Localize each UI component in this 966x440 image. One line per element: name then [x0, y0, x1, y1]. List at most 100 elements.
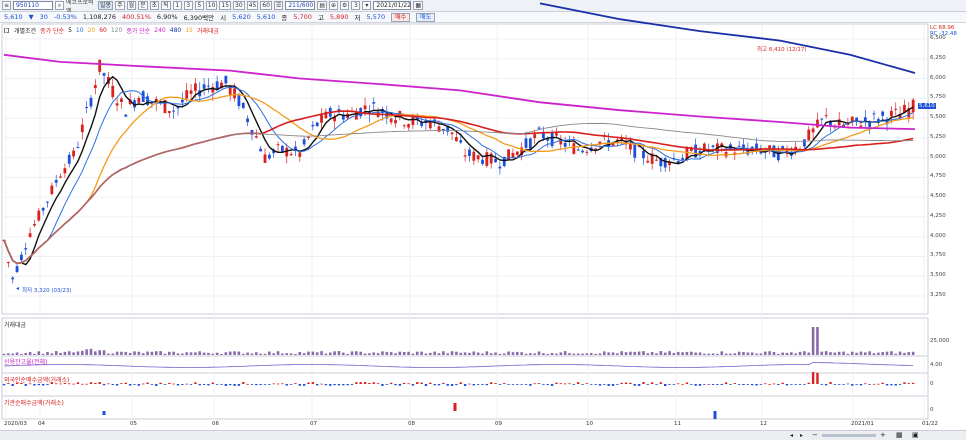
candle-body — [911, 99, 915, 113]
volume-bar — [498, 353, 502, 355]
foreign-net-bar — [102, 384, 106, 386]
foreign-net-bar — [890, 384, 893, 386]
foreign-net-bar — [724, 382, 728, 384]
candle-body — [807, 129, 811, 140]
candle-body — [481, 159, 484, 164]
foreign-net-bar — [690, 384, 693, 385]
volume-bar — [890, 351, 893, 355]
foreign-net-bar — [298, 384, 301, 386]
candle-body — [576, 149, 580, 151]
date-axis-tick: 11 — [674, 421, 681, 427]
candle-body — [816, 119, 819, 128]
volume-bar — [337, 351, 341, 355]
volume-bar — [698, 352, 702, 355]
foreign-net-bar — [798, 384, 802, 385]
scroll-right-icon[interactable]: ▸ — [800, 432, 803, 439]
volume-bar — [137, 351, 141, 355]
candle-body — [455, 137, 458, 142]
current-price-tag: 5,610 — [918, 103, 936, 109]
foreign-net-bar — [711, 384, 715, 385]
volume-bar — [807, 352, 811, 355]
foreign-net-bar — [507, 384, 510, 385]
foreign-net-bar — [337, 384, 341, 386]
volume-bar — [185, 352, 188, 355]
grid-toggle-icon[interactable]: ▦ — [896, 431, 903, 439]
candle-body — [890, 110, 893, 117]
volume-bar — [115, 351, 119, 355]
candle-body — [63, 168, 67, 174]
foreign-net-bar — [685, 382, 689, 384]
volume-bar — [359, 351, 362, 355]
volume-bar — [202, 352, 206, 355]
volume-bar — [668, 351, 671, 355]
foreign-net-bar — [220, 384, 223, 385]
foreign-net-bar — [89, 382, 93, 384]
zoom-slider[interactable] — [822, 434, 876, 437]
price-axis-tick: 6,000 — [930, 74, 946, 81]
volume-bar — [507, 351, 510, 355]
foreign-net-bar — [159, 382, 162, 384]
foreign-net-bar — [898, 384, 902, 385]
candle-body — [663, 158, 667, 168]
candle-body — [311, 124, 315, 127]
foreign-net-bar — [155, 384, 158, 386]
candle-body — [563, 142, 567, 147]
foreign-net-bar — [468, 383, 471, 385]
foreign-net-bar — [568, 383, 571, 385]
institution-net-bar — [713, 411, 717, 419]
horizontal-scrollbar[interactable]: ◂ ▸ − + ▦ ▣ — [0, 430, 966, 440]
volume-bar — [246, 352, 249, 355]
volume-bar — [711, 353, 715, 355]
foreign-net-bar — [185, 383, 188, 385]
volume-bar — [133, 351, 136, 355]
candle-body — [411, 117, 415, 125]
volume-bar — [368, 353, 371, 355]
candle-body — [289, 154, 293, 156]
stock-chart[interactable] — [0, 0, 966, 440]
zoom-out-icon[interactable]: − — [812, 431, 818, 439]
foreign-net-bar — [607, 384, 610, 386]
scroll-left-icon[interactable]: ◂ — [790, 432, 793, 439]
foreign-net-bar — [302, 384, 306, 386]
volume-bar — [76, 351, 80, 355]
volume-bar — [72, 352, 75, 355]
volume-bar — [233, 351, 236, 355]
volume-bar — [494, 352, 497, 355]
volume-bar — [381, 351, 384, 355]
volume-bar — [272, 353, 275, 355]
institution-net-bar — [453, 403, 457, 411]
volume-bar — [372, 352, 376, 355]
volume-bar — [864, 352, 867, 355]
ma480-line — [539, 2, 916, 74]
foreign-net-bar — [429, 382, 432, 384]
volume-bar — [872, 353, 876, 355]
volume-bar — [594, 353, 597, 355]
volume-bar — [172, 351, 175, 355]
volume-bar — [694, 352, 697, 355]
volume-bar — [768, 351, 771, 355]
price-axis-tick: 4,250 — [930, 212, 946, 219]
foreign-net-bar — [329, 384, 332, 386]
foreign-net-bar — [242, 382, 245, 384]
credit-axis-label: 4.00 — [930, 362, 943, 368]
foreign-net-bar — [729, 384, 732, 385]
foreign-net-bar — [459, 382, 462, 384]
fit-icon[interactable]: ▣ — [912, 431, 919, 439]
foreign-net-bar — [150, 384, 154, 385]
volume-bar — [533, 353, 536, 355]
candle-body — [463, 155, 467, 157]
volume-bar — [107, 353, 110, 355]
volume-bar — [255, 352, 258, 355]
zoom-in-icon[interactable]: + — [880, 431, 886, 439]
volume-bar — [476, 352, 480, 355]
foreign-net-bar — [563, 383, 567, 385]
foreign-net-bar — [637, 384, 641, 386]
candle-body — [315, 122, 319, 127]
foreign-net-bar — [703, 384, 706, 385]
candle-body — [450, 132, 454, 135]
volume-bar — [446, 353, 449, 355]
foreign-net-bar — [424, 384, 428, 386]
foreign-net-bar — [903, 382, 906, 384]
candle-body — [711, 145, 715, 147]
volume-bar — [324, 353, 328, 355]
